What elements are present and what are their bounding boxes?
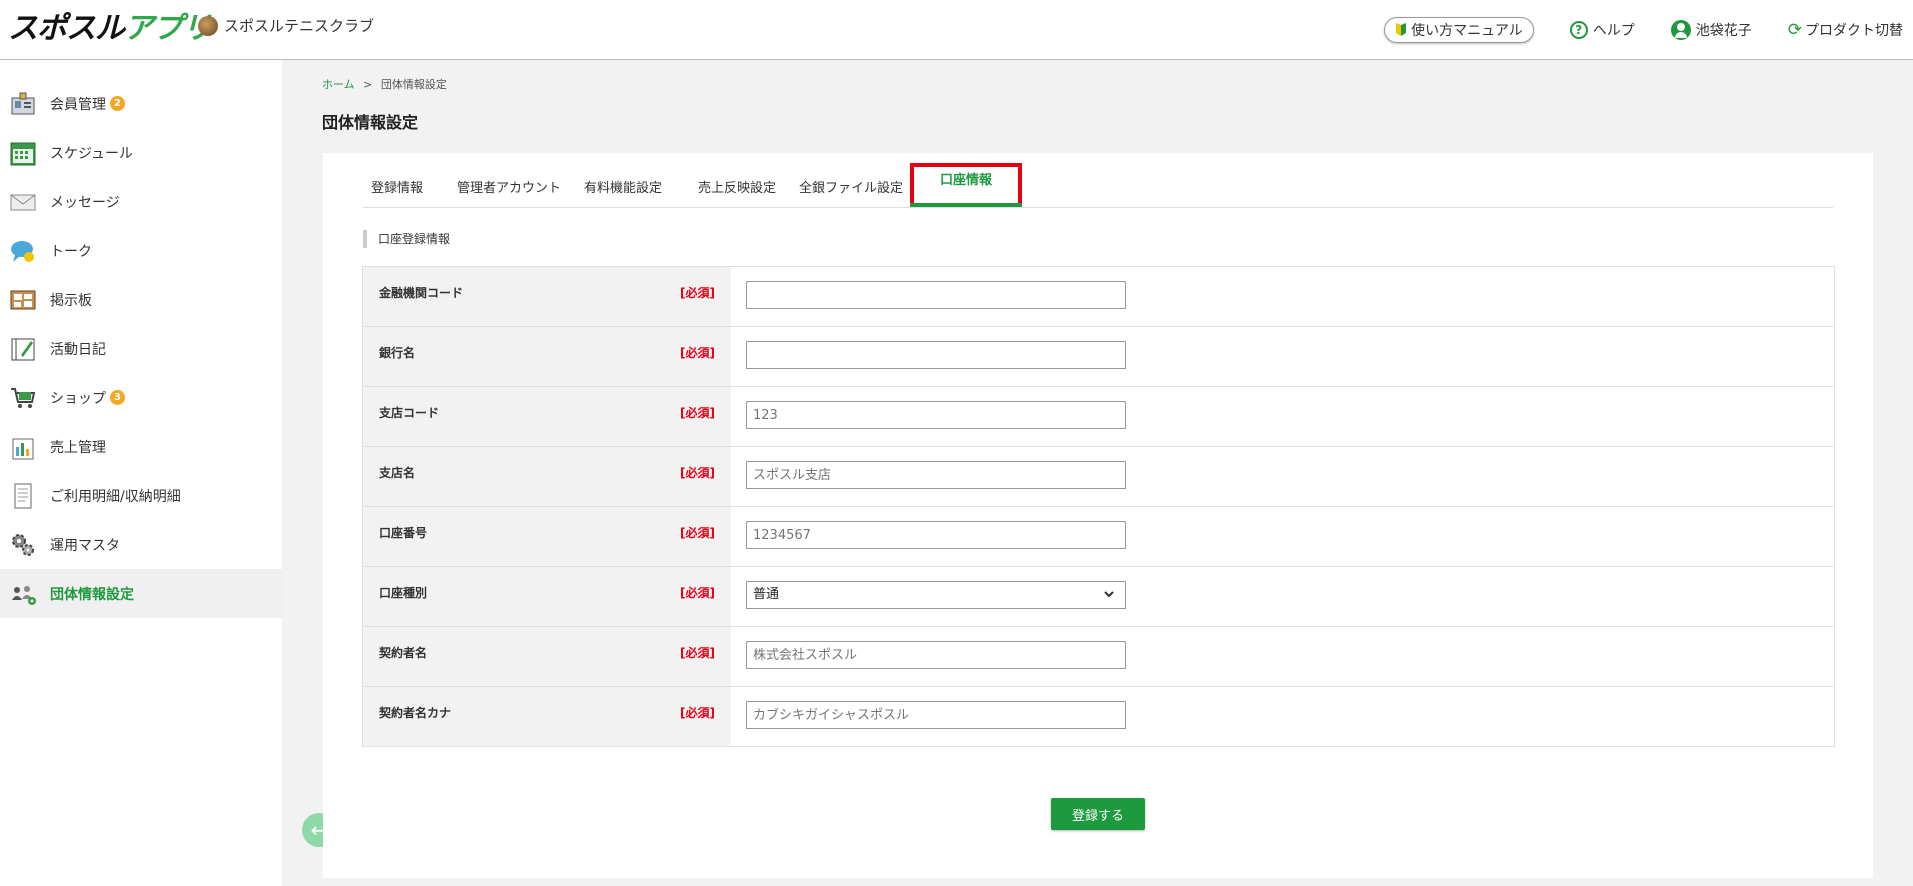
contract-name-input[interactable] xyxy=(746,641,1126,669)
sync-icon: ⟳ xyxy=(1787,20,1802,40)
form-row-account-number: 口座番号 [必須] xyxy=(363,507,1834,567)
help-icon: ? xyxy=(1569,21,1588,39)
section-title: 口座登録情報 xyxy=(363,230,450,248)
page-title: 団体情報設定 xyxy=(322,113,419,132)
account-type-select[interactable]: 普通 xyxy=(746,581,1126,609)
members-icon xyxy=(8,89,38,119)
contract-name-kana-label: 契約者名カナ xyxy=(379,706,452,720)
members-badge: 2 xyxy=(110,96,125,111)
required-mark: [必須] xyxy=(680,706,715,720)
tab-bar: 登録情報 管理者アカウント 有料機能設定 売上反映設定 全銀ファイル設定 口座情… xyxy=(363,163,1833,208)
diary-icon xyxy=(8,334,38,364)
required-mark: [必須] xyxy=(680,466,715,480)
sidebar-item-group-settings[interactable]: 団体情報設定 xyxy=(0,569,282,618)
gears-icon xyxy=(8,530,38,560)
breadcrumb-home-link[interactable]: ホーム xyxy=(322,78,355,91)
required-mark: [必須] xyxy=(680,286,715,300)
bulletin-board-icon xyxy=(8,285,38,315)
branch-name-label: 支店名 xyxy=(379,466,416,480)
breadcrumb-current: 団体情報設定 xyxy=(380,78,447,91)
sidebar-item-master[interactable]: 運用マスタ xyxy=(0,520,282,569)
header-actions: 使い方マニュアル ? ヘルプ 池袋花子 ⟳ プロダクト切替 xyxy=(1384,0,1913,60)
sidebar-item-talk[interactable]: トーク xyxy=(0,226,282,275)
bank-name-input[interactable] xyxy=(746,341,1126,369)
sidebar-item-diary[interactable]: 活動日記 xyxy=(0,324,282,373)
sidebar-item-statements[interactable]: ご利用明細/収納明細 xyxy=(0,471,282,520)
tab-paid-features[interactable]: 有料機能設定 xyxy=(584,163,662,207)
account-form: 金融機関コード [必須] 銀行名 [必須] 支店コード [必須] 支店名 [必須] 口座… xyxy=(362,266,1835,747)
sidebar: 会員管理 2 スケジュール メッセージ トーク 掲示板 活動日記 ショップ 3 … xyxy=(0,60,282,886)
app-header: スポスルアプリ スポスルテニスクラブ 使い方マニュアル ? ヘルプ 池袋花子 ⟳… xyxy=(0,0,1913,60)
contract-name-label: 契約者名 xyxy=(379,646,428,660)
breadcrumb-separator: > xyxy=(363,78,373,91)
required-mark: [必須] xyxy=(680,586,715,600)
form-row-account-type: 口座種別 [必須] 普通 xyxy=(363,567,1834,627)
settings-card: 登録情報 管理者アカウント 有料機能設定 売上反映設定 全銀ファイル設定 口座情… xyxy=(323,153,1873,878)
club-avatar xyxy=(198,15,218,36)
beginner-mark-icon xyxy=(1396,23,1407,36)
app-logo[interactable]: スポスルアプリ xyxy=(8,12,212,46)
account-type-value: 普通 xyxy=(753,587,780,602)
club-name: スポスルテニスクラブ xyxy=(224,17,375,35)
required-mark: [必須] xyxy=(680,406,715,420)
product-switch-link[interactable]: ⟳ プロダクト切替 xyxy=(1788,20,1903,40)
chat-icon xyxy=(8,236,38,266)
sidebar-item-messages[interactable]: メッセージ xyxy=(0,177,282,226)
help-link[interactable]: ? ヘルプ xyxy=(1569,20,1635,40)
sidebar-item-bulletin[interactable]: 掲示板 xyxy=(0,275,282,324)
required-mark: [必須] xyxy=(680,346,715,360)
bank-code-input[interactable] xyxy=(746,281,1126,309)
shop-badge: 3 xyxy=(110,390,125,405)
document-icon xyxy=(8,481,38,511)
form-row-branch-code: 支店コード [必須] xyxy=(363,387,1834,447)
account-number-input[interactable] xyxy=(746,521,1126,549)
bank-code-label: 金融機関コード xyxy=(379,286,464,300)
register-button[interactable]: 登録する xyxy=(1051,798,1145,830)
form-row-bank-name: 銀行名 [必須] xyxy=(363,327,1834,387)
tab-account-info[interactable]: 口座情報 xyxy=(910,163,1022,207)
tab-zengin-file[interactable]: 全銀ファイル設定 xyxy=(799,163,903,207)
manual-button[interactable]: 使い方マニュアル xyxy=(1384,17,1534,43)
branch-name-input[interactable] xyxy=(746,461,1126,489)
form-row-bank-code: 金融機関コード [必須] xyxy=(363,267,1834,327)
form-row-contract-name: 契約者名 [必須] xyxy=(363,627,1834,687)
sidebar-item-schedule[interactable]: スケジュール xyxy=(0,128,282,177)
group-settings-icon xyxy=(8,579,38,609)
envelope-icon xyxy=(8,187,38,217)
chevron-down-icon xyxy=(1103,582,1115,617)
calendar-icon xyxy=(8,138,38,168)
sales-icon xyxy=(8,432,38,462)
required-mark: [必須] xyxy=(680,526,715,540)
bank-name-label: 銀行名 xyxy=(379,346,416,360)
cart-icon xyxy=(8,383,38,413)
branch-code-input[interactable] xyxy=(746,401,1126,429)
tab-sales-reflection[interactable]: 売上反映設定 xyxy=(698,163,776,207)
branch-code-label: 支店コード xyxy=(379,406,440,420)
account-number-label: 口座番号 xyxy=(379,526,428,540)
tab-admin-account[interactable]: 管理者アカウント xyxy=(457,163,561,207)
breadcrumb: ホーム > 団体情報設定 xyxy=(322,76,447,92)
sidebar-item-shop[interactable]: ショップ 3 xyxy=(0,373,282,422)
club-selector[interactable]: スポスルテニスクラブ xyxy=(198,15,374,36)
sidebar-item-sales[interactable]: 売上管理 xyxy=(0,422,282,471)
form-row-branch-name: 支店名 [必須] xyxy=(363,447,1834,507)
sidebar-item-members[interactable]: 会員管理 2 xyxy=(0,79,282,128)
contract-name-kana-input[interactable] xyxy=(746,701,1126,729)
form-row-contract-name-kana: 契約者名カナ [必須] xyxy=(363,687,1834,747)
required-mark: [必須] xyxy=(680,646,715,660)
user-menu[interactable]: 池袋花子 xyxy=(1670,20,1752,40)
tab-registration-info[interactable]: 登録情報 xyxy=(371,163,423,207)
account-type-label: 口座種別 xyxy=(379,586,428,600)
user-icon xyxy=(1670,20,1691,40)
